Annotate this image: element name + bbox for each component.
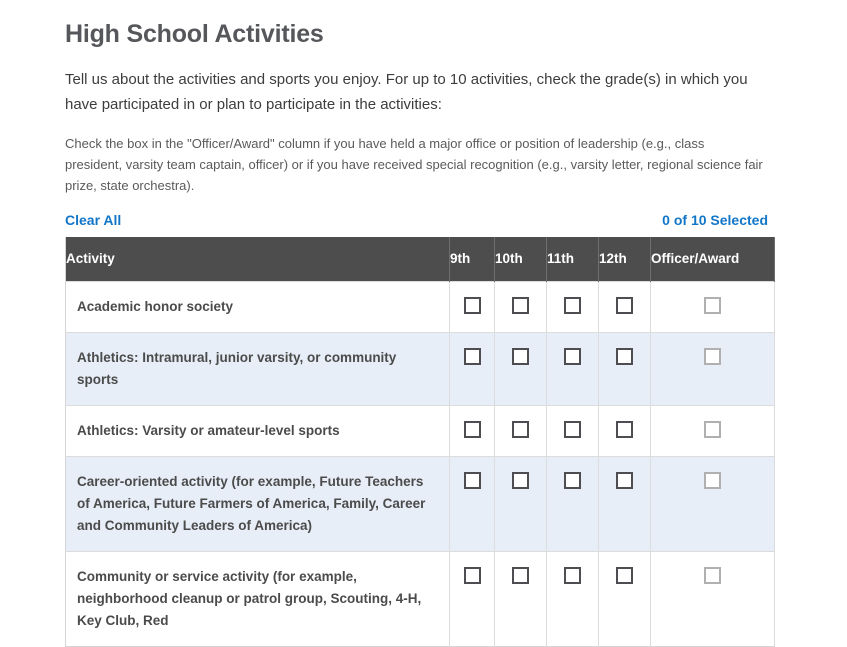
- cell-officer-award: [650, 405, 775, 457]
- cell-grade-12[interactable]: [598, 551, 651, 647]
- cell-grade-9[interactable]: [449, 405, 495, 457]
- column-header-grade9: 9th: [449, 237, 495, 282]
- checkbox-officer-award: [704, 567, 721, 584]
- activity-label: Community or service activity (for examp…: [65, 551, 450, 647]
- clear-all-link[interactable]: Clear All: [65, 212, 121, 228]
- checkbox-grade-11[interactable]: [564, 421, 581, 438]
- checkbox-grade-10[interactable]: [512, 567, 529, 584]
- cell-grade-12[interactable]: [598, 332, 651, 406]
- cell-grade-11[interactable]: [546, 332, 599, 406]
- actions-bar: Clear All 0 of 10 Selected: [65, 212, 768, 228]
- cell-grade-11[interactable]: [546, 456, 599, 552]
- table-body: Academic honor society Athletics: Intramu…: [65, 281, 775, 647]
- checkbox-grade-9[interactable]: [463, 472, 481, 489]
- checkbox-grade-12[interactable]: [616, 348, 633, 365]
- cell-grade-10[interactable]: [494, 281, 547, 333]
- cell-officer-award: [650, 281, 775, 333]
- table-row: Community or service activity (for examp…: [65, 551, 775, 647]
- table-header: Activity 9th 10th 11th 12th Officer/Awar…: [65, 237, 775, 282]
- checkbox-officer-award: [704, 421, 721, 438]
- table-row: Athletics: Varsity or amateur-level spor…: [65, 405, 775, 457]
- checkbox-grade-10[interactable]: [512, 297, 529, 314]
- cell-grade-9[interactable]: [449, 332, 495, 406]
- cell-grade-11[interactable]: [546, 281, 599, 333]
- cell-grade-11[interactable]: [546, 405, 599, 457]
- cell-grade-9[interactable]: [449, 281, 495, 333]
- checkbox-grade-12[interactable]: [616, 472, 633, 489]
- activities-table: Activity 9th 10th 11th 12th Officer/Awar…: [65, 237, 775, 647]
- page-title: High School Activities: [65, 20, 324, 48]
- activities-page: High School Activities Tell us about the…: [0, 0, 847, 647]
- activity-label: Athletics: Varsity or amateur-level spor…: [65, 405, 450, 457]
- cell-grade-12[interactable]: [598, 456, 651, 552]
- column-header-grade10: 10th: [494, 237, 547, 282]
- cell-grade-10[interactable]: [494, 332, 547, 406]
- table-row: Athletics: Intramural, junior varsity, o…: [65, 332, 775, 406]
- column-header-grade11: 11th: [546, 237, 599, 282]
- cell-grade-12[interactable]: [598, 405, 651, 457]
- cell-grade-9[interactable]: [449, 456, 495, 552]
- intro-paragraph: Tell us about the activities and sports …: [65, 71, 748, 113]
- checkbox-grade-9[interactable]: [463, 567, 481, 584]
- checkbox-grade-9[interactable]: [463, 348, 481, 365]
- checkbox-grade-10[interactable]: [512, 348, 529, 365]
- checkbox-grade-9[interactable]: [463, 297, 481, 314]
- cell-grade-10[interactable]: [494, 551, 547, 647]
- checkbox-grade-11[interactable]: [564, 472, 581, 489]
- checkbox-grade-10[interactable]: [512, 472, 529, 489]
- table-header-row: Activity 9th 10th 11th 12th Officer/Awar…: [65, 237, 775, 282]
- cell-grade-10[interactable]: [494, 405, 547, 457]
- checkbox-officer-award: [704, 472, 721, 489]
- checkbox-grade-12[interactable]: [616, 567, 633, 584]
- cell-grade-11[interactable]: [546, 551, 599, 647]
- cell-officer-award: [650, 456, 775, 552]
- activity-label: Academic honor society: [65, 281, 450, 333]
- column-header-grade12: 12th: [598, 237, 651, 282]
- checkbox-officer-award: [704, 297, 721, 314]
- selected-count-label: 0 of 10 Selected: [662, 212, 768, 228]
- column-header-officer-award: Officer/Award: [650, 237, 775, 282]
- activity-label: Career-oriented activity (for example, F…: [65, 456, 450, 552]
- cell-grade-9[interactable]: [449, 551, 495, 647]
- checkbox-officer-award: [704, 348, 721, 365]
- checkbox-grade-12[interactable]: [616, 421, 633, 438]
- table-row: Academic honor society: [65, 281, 775, 333]
- checkbox-grade-9[interactable]: [463, 421, 481, 438]
- cell-grade-12[interactable]: [598, 281, 651, 333]
- cell-officer-award: [650, 551, 775, 647]
- checkbox-grade-12[interactable]: [616, 297, 633, 314]
- checkbox-grade-11[interactable]: [564, 348, 581, 365]
- officer-award-note: Check the box in the "Officer/Award" col…: [65, 136, 763, 193]
- column-header-activity: Activity: [65, 237, 450, 282]
- table-row: Career-oriented activity (for example, F…: [65, 456, 775, 552]
- checkbox-grade-11[interactable]: [564, 567, 581, 584]
- cell-officer-award: [650, 332, 775, 406]
- checkbox-grade-10[interactable]: [512, 421, 529, 438]
- activity-label: Athletics: Intramural, junior varsity, o…: [65, 332, 450, 406]
- checkbox-grade-11[interactable]: [564, 297, 581, 314]
- cell-grade-10[interactable]: [494, 456, 547, 552]
